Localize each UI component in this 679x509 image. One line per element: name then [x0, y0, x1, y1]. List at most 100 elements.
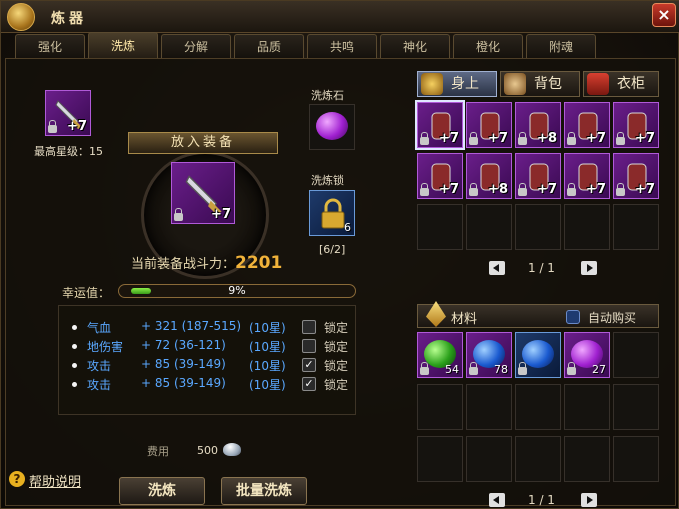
- bullet-icon: [72, 325, 77, 330]
- material-slot[interactable]: 54: [417, 332, 463, 378]
- lock-icon: [48, 120, 57, 133]
- equip-slot[interactable]: [515, 204, 561, 250]
- next-page-button[interactable]: [581, 261, 597, 275]
- lock-icon: [420, 132, 429, 145]
- stat-star: (10星): [249, 340, 286, 354]
- lock-icon: [469, 183, 478, 196]
- lock-qty: 6: [344, 221, 351, 234]
- stat-row: 攻击 + 85 (39-149) (10星) ✓ 锁定: [59, 376, 355, 394]
- material-slot[interactable]: [417, 436, 463, 482]
- window-title: 炼器: [51, 11, 87, 27]
- item-level: +7: [586, 182, 606, 197]
- equip-slot[interactable]: +7: [613, 102, 659, 148]
- item-level: +7: [635, 182, 655, 197]
- next-page-button[interactable]: [581, 493, 597, 507]
- tab-quality[interactable]: 品质: [234, 34, 304, 58]
- lock-icon: [616, 183, 625, 196]
- equip-slot[interactable]: [417, 204, 463, 250]
- prev-page-button[interactable]: [489, 493, 505, 507]
- material-slot[interactable]: 78: [466, 332, 512, 378]
- tab-deify[interactable]: 神化: [380, 34, 450, 58]
- equip-slot[interactable]: +7: [613, 153, 659, 199]
- equip-slot[interactable]: +8: [466, 153, 512, 199]
- tab-strengthen[interactable]: 强化: [15, 34, 85, 58]
- material-slot[interactable]: [466, 436, 512, 482]
- stat-name: 气血: [87, 321, 112, 335]
- stat-row: 气血 + 321 (187-515) (10星) 锁定: [59, 319, 355, 337]
- refine-lock-slot[interactable]: 6: [309, 190, 355, 236]
- tab-decompose[interactable]: 分解: [161, 34, 231, 58]
- material-slot[interactable]: [515, 436, 561, 482]
- stat-name: 地伤害: [87, 340, 124, 354]
- item-level: +7: [537, 182, 557, 197]
- item-level: +7: [635, 131, 655, 146]
- equip-slot[interactable]: +8: [515, 102, 561, 148]
- lock-checkbox[interactable]: ✓: [302, 377, 316, 391]
- help-link[interactable]: 帮助说明: [29, 471, 81, 490]
- prev-page-button[interactable]: [489, 261, 505, 275]
- refine-button[interactable]: 洗炼: [119, 477, 205, 505]
- lock-checkbox[interactable]: [302, 339, 316, 353]
- refine-emblem-icon: [7, 3, 35, 31]
- refine-stone-slot[interactable]: [309, 104, 355, 150]
- material-qty: 54: [445, 363, 459, 376]
- equip-slot[interactable]: [564, 204, 610, 250]
- equip-slot[interactable]: [466, 204, 512, 250]
- equip-slot[interactable]: [613, 204, 659, 250]
- close-button[interactable]: ×: [652, 3, 676, 27]
- material-slot[interactable]: 27: [564, 332, 610, 378]
- lock-icon: [420, 183, 429, 196]
- tab-wardrobe[interactable]: 衣柜: [583, 71, 659, 97]
- lock-icon: [518, 362, 527, 375]
- tab-attach-soul[interactable]: 附魂: [526, 34, 596, 58]
- title-bar: 炼器 ×: [1, 1, 679, 33]
- item-level: +7: [488, 131, 508, 146]
- tab-refine[interactable]: 洗炼: [88, 32, 158, 58]
- item-level: +8: [488, 182, 508, 197]
- stat-star: (10星): [249, 359, 286, 373]
- material-slot[interactable]: [613, 436, 659, 482]
- combat-power-label: 当前装备战斗力：: [131, 257, 236, 272]
- bag-icon: [504, 73, 526, 95]
- window: 炼器 × 强化 洗炼 分解 品质 共鸣 神化 橙化 附魂 +7 最高星级：15 …: [0, 0, 679, 509]
- luck-progress-bar: 9%: [118, 284, 356, 298]
- equip-slot[interactable]: +7: [564, 153, 610, 199]
- equip-slot[interactable]: +7: [466, 102, 512, 148]
- lock-icon: [420, 362, 429, 375]
- material-slot[interactable]: [564, 384, 610, 430]
- stats-panel: 气血 + 321 (187-515) (10星) 锁定 地伤害 + 72 (36…: [58, 305, 356, 415]
- lock-icon: [469, 362, 478, 375]
- luck-label: 幸运值：: [62, 286, 111, 300]
- lock-checkbox[interactable]: [302, 320, 316, 334]
- refine-target-slot[interactable]: +7: [171, 162, 235, 224]
- equip-slot[interactable]: +7: [564, 102, 610, 148]
- tab-orange[interactable]: 橙化: [453, 34, 523, 58]
- material-slot[interactable]: [515, 332, 561, 378]
- tab-resonance[interactable]: 共鸣: [307, 34, 377, 58]
- silver-ingot-icon: [223, 443, 241, 456]
- material-qty: 27: [592, 363, 606, 376]
- item-level: +7: [586, 131, 606, 146]
- bullet-icon: [72, 363, 77, 368]
- lock-checkbox[interactable]: ✓: [302, 358, 316, 372]
- tab-bag[interactable]: 背包: [500, 71, 580, 97]
- material-slot[interactable]: [613, 384, 659, 430]
- material-slot[interactable]: [515, 384, 561, 430]
- item-level: +7: [211, 207, 231, 222]
- auto-buy-checkbox[interactable]: [566, 310, 580, 324]
- wardrobe-icon: [587, 73, 609, 95]
- material-slot[interactable]: [613, 332, 659, 378]
- lock-icon: [616, 132, 625, 145]
- batch-refine-button[interactable]: 批量洗炼: [221, 477, 307, 505]
- equip-slot[interactable]: +7: [417, 102, 463, 148]
- equip-slot[interactable]: +7: [515, 153, 561, 199]
- lock-checkbox-label: 锁定: [324, 378, 349, 392]
- equip-slot[interactable]: +7: [417, 153, 463, 199]
- refine-stone-label: 洗炼石: [311, 89, 344, 102]
- material-slot[interactable]: [417, 384, 463, 430]
- material-slot[interactable]: [564, 436, 610, 482]
- tab-bar: 强化 洗炼 分解 品质 共鸣 神化 橙化 附魂: [15, 32, 596, 58]
- tab-equipped[interactable]: 身上: [417, 71, 497, 97]
- current-equip-slot[interactable]: +7: [45, 90, 91, 136]
- material-slot[interactable]: [466, 384, 512, 430]
